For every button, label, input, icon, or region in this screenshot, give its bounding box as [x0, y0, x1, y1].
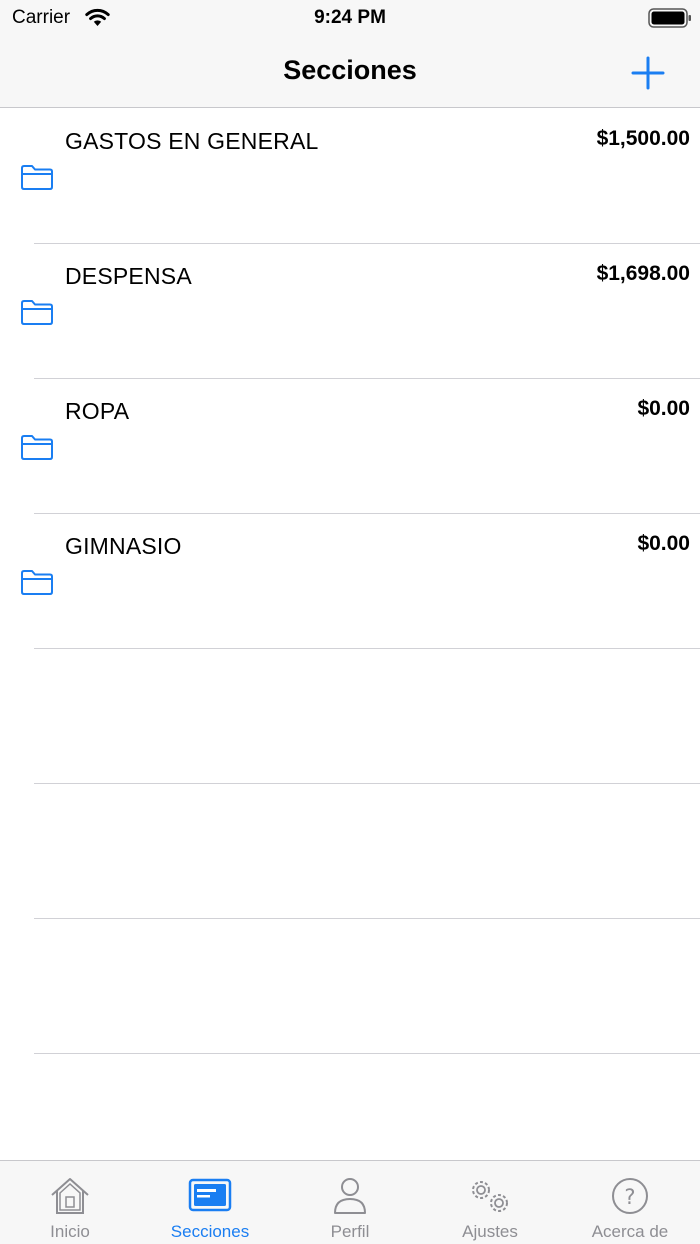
tab-secciones[interactable]: Secciones: [140, 1161, 280, 1244]
section-amount: $1,698.00: [596, 262, 690, 285]
section-amount: $1,500.00: [596, 127, 690, 150]
tab-label: Perfil: [330, 1222, 370, 1241]
section-name: ROPA: [65, 398, 130, 424]
section-name: GIMNASIO: [65, 533, 182, 559]
status-bar: Carrier 9:24 PM: [0, 0, 700, 36]
folder-icon: [21, 300, 53, 325]
folder-icon: [21, 165, 53, 190]
svg-text:?: ?: [624, 1185, 635, 1209]
tab-label: Secciones: [170, 1222, 250, 1241]
section-amount: $0.00: [637, 397, 690, 420]
tab-acerca-de[interactable]: ? Acerca de: [560, 1161, 700, 1244]
add-section-button[interactable]: [626, 52, 670, 96]
sections-list: GASTOS EN GENERAL $1,500.00 DESPENSA $1,…: [0, 109, 700, 1054]
tab-ajustes[interactable]: Ajustes: [420, 1161, 560, 1244]
empty-row: [0, 784, 700, 919]
section-amount: $0.00: [637, 532, 690, 555]
section-row[interactable]: ROPA $0.00: [0, 379, 700, 514]
person-icon: [334, 1178, 366, 1214]
section-name: GASTOS EN GENERAL: [65, 128, 319, 154]
tab-label: Inicio: [50, 1222, 90, 1241]
tab-label: Acerca de: [591, 1222, 669, 1241]
empty-row: [0, 649, 700, 784]
tab-label: Ajustes: [462, 1222, 518, 1241]
section-name: DESPENSA: [65, 263, 192, 289]
folder-icon: [21, 570, 53, 595]
page-title: Secciones: [283, 55, 417, 85]
question-icon: ?: [612, 1178, 648, 1214]
empty-row: [0, 919, 700, 1054]
tab-bar: Inicio Secciones Perfil Ajustes ? Acerca…: [0, 1160, 700, 1244]
section-row[interactable]: DESPENSA $1,698.00: [0, 244, 700, 379]
folder-icon: [21, 435, 53, 460]
tab-perfil[interactable]: Perfil: [280, 1161, 420, 1244]
battery-icon: [648, 8, 691, 28]
status-time: 9:24 PM: [314, 7, 386, 28]
home-icon: [51, 1178, 89, 1214]
tab-inicio[interactable]: Inicio: [0, 1161, 140, 1244]
card-icon: [188, 1178, 232, 1212]
section-row[interactable]: GIMNASIO $0.00: [0, 514, 700, 649]
gears-icon: [472, 1181, 508, 1212]
section-row[interactable]: GASTOS EN GENERAL $1,500.00: [0, 109, 700, 244]
row-divider: [34, 1053, 700, 1054]
navigation-bar: Secciones: [0, 36, 700, 108]
